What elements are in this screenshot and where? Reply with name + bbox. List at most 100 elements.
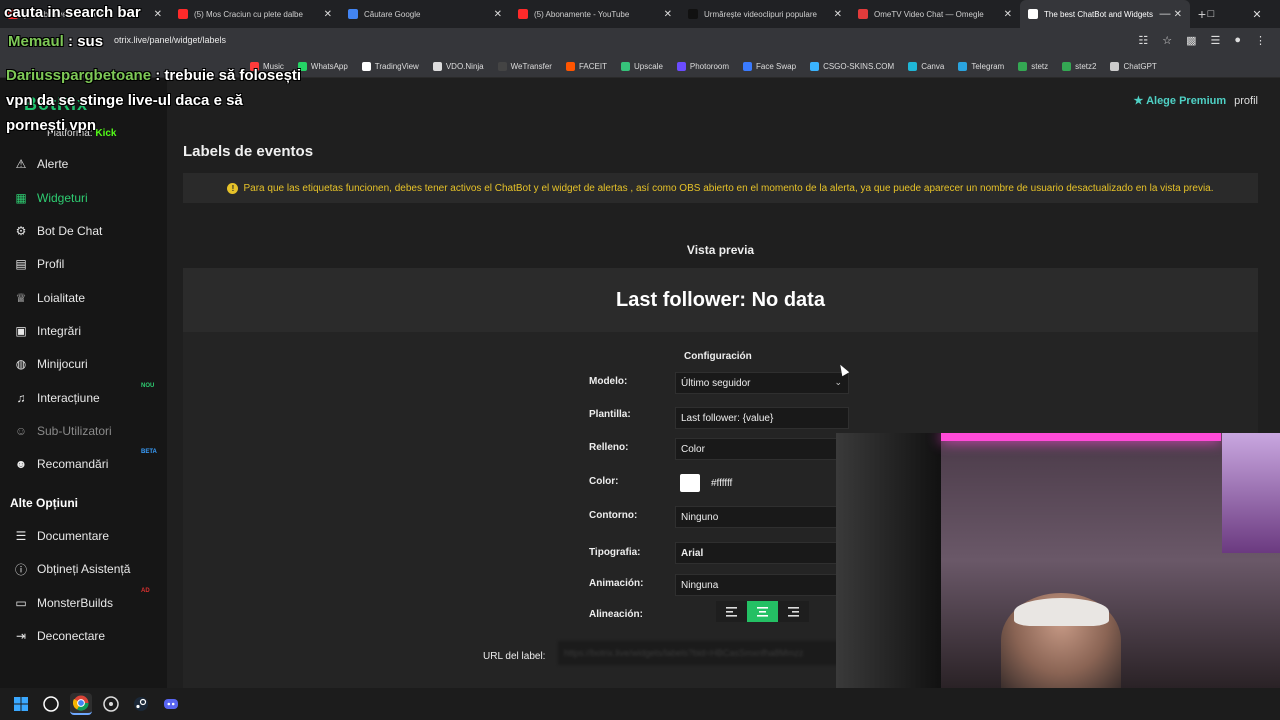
translate-icon[interactable]: ☷ <box>1138 34 1148 47</box>
sidebar-badge: BETA <box>141 449 157 455</box>
maximize-icon[interactable]: □ <box>1188 8 1234 20</box>
plantilla-input[interactable]: Last follower: {value} <box>675 407 849 429</box>
bookmark-label: Canva <box>921 62 945 71</box>
browser-tab[interactable]: (5) Abonamente - YouTube ✕ <box>510 0 680 28</box>
align-center-button[interactable] <box>747 601 778 622</box>
close-window-icon[interactable]: ✕ <box>1234 8 1280 21</box>
menu-icon[interactable]: ⋮ <box>1255 34 1266 47</box>
warning-icon: ! <box>227 182 239 194</box>
bookmark-label: Upscale <box>633 62 663 71</box>
bookmark-label: WeTransfer <box>510 62 552 71</box>
bookmark-label: stetz <box>1031 62 1049 71</box>
sidebar-item-label: Sub-Utilizatori <box>37 424 112 438</box>
bookmark-item[interactable]: Telegram <box>958 62 1004 71</box>
tab-close-icon[interactable]: ✕ <box>154 9 162 20</box>
modelo-select[interactable]: Último seguidor ⌄ <box>675 372 849 394</box>
sidebar-item[interactable]: ⇥ Deconectare <box>14 626 164 646</box>
bookmark-item[interactable]: Canva <box>908 62 944 71</box>
bookmark-item[interactable]: ChatGPT <box>1110 62 1157 71</box>
color-picker[interactable]: #ffffff <box>675 472 849 494</box>
discord-icon[interactable] <box>160 693 182 715</box>
tab-close-icon[interactable]: ✕ <box>494 9 502 20</box>
browser-tab[interactable]: Urmărește videoclipuri populare ✕ <box>680 0 850 28</box>
sidebar-badge: NOU <box>141 383 155 389</box>
sidebar-item[interactable]: ⚙ Bot De Chat <box>14 221 164 241</box>
animacion-label: Animación: <box>589 578 644 589</box>
sidebar-item[interactable]: ▭ MonsterBuilds AD <box>14 588 164 613</box>
tab-close-icon[interactable]: ✕ <box>1004 9 1012 20</box>
extensions-icon[interactable]: ▩ <box>1186 34 1196 47</box>
align-left-icon <box>726 606 737 617</box>
bookmark-item[interactable]: TradingView <box>361 62 419 71</box>
tab-favicon-icon <box>518 9 528 19</box>
align-left-button[interactable] <box>716 601 747 622</box>
sidebar-item-label: Recomandări <box>37 457 109 471</box>
bookmark-icon <box>810 62 820 71</box>
relleno-select[interactable]: Color ⌄ <box>675 438 849 460</box>
url-input[interactable]: otrix.live/panel/widget/labels <box>114 35 226 45</box>
animacion-select[interactable]: Ninguna ⌄ <box>675 574 849 596</box>
sidebar-item-label: Profil <box>37 257 65 271</box>
bookmark-item[interactable]: stetz <box>1018 62 1048 71</box>
bookmark-item[interactable]: FACEIT <box>565 62 607 71</box>
sidebar-item[interactable]: ⚠ Alerte <box>14 154 164 174</box>
label-url-field[interactable]: https://botrix.live/widgets/labels?bid=H… <box>558 641 848 665</box>
tab-favicon-icon <box>1028 9 1038 19</box>
bookmark-item[interactable]: Photoroom <box>676 62 729 71</box>
tab-close-icon[interactable]: ✕ <box>664 9 672 20</box>
windows-taskbar <box>0 688 1280 720</box>
screen: youtube live dashboard ✕ (5) Mos Craciun c… <box>0 0 1280 720</box>
whatsapp-icon[interactable] <box>40 693 62 715</box>
bookmark-item[interactable]: WeTransfer <box>497 62 552 71</box>
tab-close-icon[interactable]: ✕ <box>324 9 332 20</box>
tab-favicon-icon <box>858 9 868 19</box>
bookmark-icon <box>565 62 575 71</box>
sidebar-item[interactable]: ☺ Sub-Utilizatori <box>14 421 164 441</box>
steam-icon[interactable] <box>130 693 152 715</box>
chat-username: Memaul <box>8 33 64 50</box>
bookmark-icon <box>620 62 630 71</box>
sidebar-item-label: Widgeturi <box>37 191 88 205</box>
chrome-icon[interactable] <box>70 693 92 715</box>
bookmark-icon <box>361 62 371 71</box>
star-icon[interactable]: ☆ <box>1162 34 1172 47</box>
bookmark-label: ChatGPT <box>1123 62 1157 71</box>
obs-icon[interactable] <box>100 693 122 715</box>
modelo-value: Último seguidor <box>681 377 751 389</box>
profile-avatar-icon[interactable]: ● <box>1234 34 1241 47</box>
tipografia-label: Tipografia: <box>589 547 641 558</box>
tipografia-select[interactable]: Arial ⌄ <box>675 542 849 564</box>
webcam-led-strip <box>941 433 1221 441</box>
sidebar-item[interactable]: ♫ Interacțiune NOU <box>14 383 164 408</box>
plantilla-value: Last follower: {value} <box>681 412 774 424</box>
windows-start-icon[interactable] <box>10 693 32 715</box>
contorno-value: Ninguno <box>681 511 719 523</box>
warning-banner: ! Para que las etiquetas funcionen, debe… <box>183 173 1258 203</box>
bookmark-item[interactable]: CSGO-SKINS.COM <box>810 62 894 71</box>
sidebar-item[interactable]: ⓘ Obțineți Asistență <box>14 559 164 579</box>
browser-tab[interactable]: (5) Mos Craciun cu plete dalbe ✕ <box>170 0 340 28</box>
bookmark-icon <box>1110 62 1120 71</box>
color-swatch[interactable] <box>680 474 700 492</box>
tab-close-icon[interactable]: ✕ <box>834 9 842 20</box>
browser-tab[interactable]: Căutare Google ✕ <box>340 0 510 28</box>
webcam-headphones <box>1014 598 1109 626</box>
sidebar-item[interactable]: ▦ Widgeturi <box>14 188 164 208</box>
align-right-button[interactable] <box>778 601 809 622</box>
sidebar-item[interactable]: ▣ Integrări <box>14 321 164 341</box>
sidebar-item[interactable]: ◍ Minijocuri <box>14 354 164 374</box>
sidebar-item[interactable]: ☰ Documentare <box>14 526 164 546</box>
sidebar-item[interactable]: ▤ Profil <box>14 254 164 274</box>
bookmark-item[interactable]: Face Swap <box>743 62 796 71</box>
sidebar-item[interactable]: ♕ Loialitate <box>14 288 164 308</box>
bookmark-label: FACEIT <box>578 62 607 71</box>
bookmark-label: CSGO-SKINS.COM <box>823 62 895 71</box>
minimize-icon[interactable]: — <box>1142 8 1188 20</box>
media-icon[interactable]: ☰ <box>1210 34 1220 47</box>
bookmark-item[interactable]: VDO.Ninja <box>432 62 484 71</box>
browser-tab[interactable]: OmeTV Video Chat — Omegle ✕ <box>850 0 1020 28</box>
sidebar-item[interactable]: ☻ Recomandări BETA <box>14 449 164 474</box>
bookmark-item[interactable]: stetz2 <box>1062 62 1096 71</box>
contorno-select[interactable]: Ninguno ⌄ <box>675 506 849 528</box>
bookmark-item[interactable]: Upscale <box>620 62 663 71</box>
